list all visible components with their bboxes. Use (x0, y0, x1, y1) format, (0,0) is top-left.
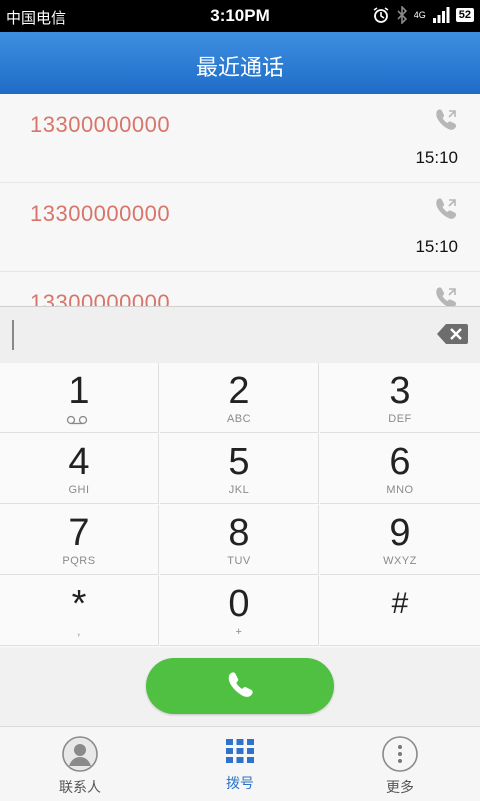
key-6[interactable]: 6 MNO (320, 434, 480, 504)
call-bar (0, 648, 480, 726)
outgoing-call-icon[interactable] (432, 106, 460, 134)
key-digit: 5 (228, 441, 250, 483)
key-digit: 0 (228, 583, 250, 625)
key-3[interactable]: 3 DEF (320, 363, 480, 433)
tab-label: 拨号 (226, 775, 254, 791)
key-digit: 6 (389, 441, 411, 483)
key-letters: DEF (388, 413, 412, 425)
key-letters: WXYZ (383, 555, 417, 567)
status-icons: 4G 52 (372, 6, 474, 24)
key-letters: ABC (226, 413, 252, 425)
key-digit: 4 (68, 441, 90, 483)
tab-label: 联系人 (59, 779, 101, 795)
network-type: 4G (413, 10, 426, 20)
call-time: 15:10 (415, 148, 458, 167)
call-log-row[interactable]: 13300000000 15:10 (0, 94, 480, 183)
call-button[interactable] (146, 658, 334, 714)
key-1[interactable]: 1 (0, 363, 159, 433)
key-letters: + (235, 626, 243, 638)
key-digit: 1 (68, 370, 90, 412)
key-letters: MNO (386, 484, 414, 496)
call-log-row[interactable]: 13300000000 15:10 (0, 183, 480, 272)
key-digit: 3 (389, 370, 411, 412)
tab-dialpad[interactable]: 拨号 (160, 727, 320, 801)
contact-icon (62, 736, 98, 772)
call-log-row[interactable]: 13300000000 (0, 272, 480, 306)
call-time: 15:10 (415, 237, 458, 256)
key-letters: TUV (227, 555, 251, 567)
key-7[interactable]: 7 PQRS (0, 505, 159, 575)
key-letters: JKL (228, 484, 250, 496)
tab-more[interactable]: 更多 (320, 727, 480, 801)
outgoing-call-icon[interactable] (432, 284, 460, 306)
status-bar: 中国电信 3:10PM 4G 52 (0, 0, 480, 32)
bottom-tab-bar: 联系人 拨号 更多 (0, 726, 480, 801)
key-0[interactable]: 0 + (160, 576, 319, 646)
key-5[interactable]: 5 JKL (160, 434, 319, 504)
key-2[interactable]: 2 ABC (160, 363, 319, 433)
alarm-icon (373, 7, 389, 23)
key-digit: # (391, 587, 409, 620)
outgoing-call-icon[interactable] (432, 195, 460, 223)
dialpad-icon (226, 739, 254, 763)
bluetooth-icon (397, 6, 407, 24)
key-digit: 9 (389, 512, 411, 554)
dial-input-bar[interactable] (0, 306, 480, 364)
key-letters: PQRS (62, 555, 96, 567)
recent-calls-list[interactable]: 13300000000 15:10 13300000000 15:10 1330… (0, 94, 480, 306)
key-star[interactable]: * , (0, 576, 159, 646)
header: 最近通话 (0, 32, 480, 94)
key-digit: 2 (228, 370, 250, 412)
battery-icon: 52 (455, 8, 474, 22)
page-title: 最近通话 (195, 55, 284, 80)
signal-icon (432, 7, 450, 23)
voicemail-icon (66, 415, 88, 425)
key-9[interactable]: 9 WXYZ (320, 505, 480, 575)
call-number: 13300000000 (30, 201, 171, 226)
phone-icon (228, 672, 253, 697)
key-hash[interactable]: # (320, 576, 480, 646)
key-4[interactable]: 4 GHI (0, 434, 159, 504)
more-icon (382, 736, 418, 772)
key-8[interactable]: 8 TUV (160, 505, 319, 575)
dial-input-cursor (12, 320, 14, 350)
dialpad: 1 2 ABC 3 DEF 4 GHI 5 JKL 6 MNO 7 PQRS 8… (0, 363, 480, 647)
call-number: 13300000000 (30, 290, 171, 306)
key-letters: GHI (68, 484, 90, 496)
key-digit: * (71, 583, 87, 625)
key-digit: 8 (228, 512, 250, 554)
key-digit: 7 (68, 512, 90, 554)
tab-label: 更多 (386, 779, 414, 795)
key-letters: , (77, 626, 81, 638)
tab-contacts[interactable]: 联系人 (0, 727, 160, 801)
call-number: 13300000000 (30, 112, 171, 137)
backspace-icon[interactable] (436, 323, 468, 345)
